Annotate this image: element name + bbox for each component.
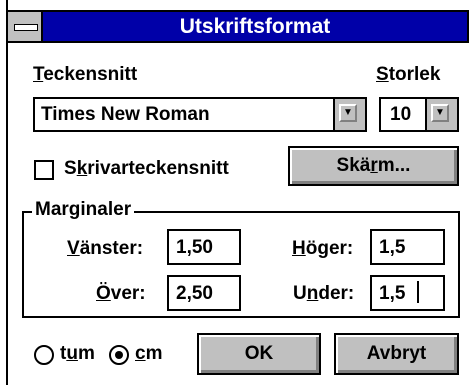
margins-group-label: Marginaler (32, 199, 135, 221)
unit-inch-radio[interactable] (34, 345, 54, 365)
right-margin-label: Höger: (292, 238, 354, 259)
printer-fonts-checkbox[interactable] (34, 160, 54, 180)
down-arrow-icon: ▼ (339, 104, 357, 122)
size-dropdown-button[interactable]: ▼ (425, 97, 459, 132)
ok-button[interactable]: OK (197, 333, 321, 375)
left-margin-value: 1,50 (176, 237, 213, 258)
window-title: Utskriftsformat (179, 15, 331, 38)
unit-cm-radio[interactable] (109, 345, 129, 365)
dialog-window (6, 0, 472, 385)
size-select-value: 10 (390, 104, 412, 125)
size-label: Storlek (376, 64, 441, 85)
top-margin-label: Över: (96, 283, 146, 304)
bottom-margin-input[interactable]: 1,5 (370, 275, 445, 311)
font-select[interactable]: Times New Roman ▼ (33, 97, 367, 132)
left-margin-input[interactable]: 1,50 (167, 229, 241, 265)
left-margin-label: Vänster: (67, 238, 144, 259)
font-dropdown-button[interactable]: ▼ (333, 97, 367, 132)
top-margin-value: 2,50 (176, 283, 213, 304)
text-caret (417, 281, 419, 303)
system-menu-icon (14, 24, 38, 31)
font-select-value: Times New Roman (41, 104, 210, 125)
right-margin-input[interactable]: 1,5 (370, 229, 445, 265)
down-arrow-icon: ▼ (431, 104, 449, 122)
font-label: Teckensnitt (33, 64, 138, 85)
size-select[interactable]: 10 ▼ (379, 97, 459, 132)
top-margin-input[interactable]: 2,50 (167, 275, 241, 311)
unit-cm-label[interactable]: cm (135, 343, 162, 365)
cancel-button[interactable]: Avbryt (334, 333, 459, 375)
bottom-margin-label: Under: (293, 283, 355, 304)
printer-fonts-label[interactable]: Skrivarteckensnitt (64, 158, 229, 180)
screen-button[interactable]: Skärm... (288, 146, 459, 186)
bottom-margin-value: 1,5 (379, 283, 406, 304)
right-margin-value: 1,5 (379, 237, 406, 258)
unit-inch-label[interactable]: tum (60, 343, 95, 365)
